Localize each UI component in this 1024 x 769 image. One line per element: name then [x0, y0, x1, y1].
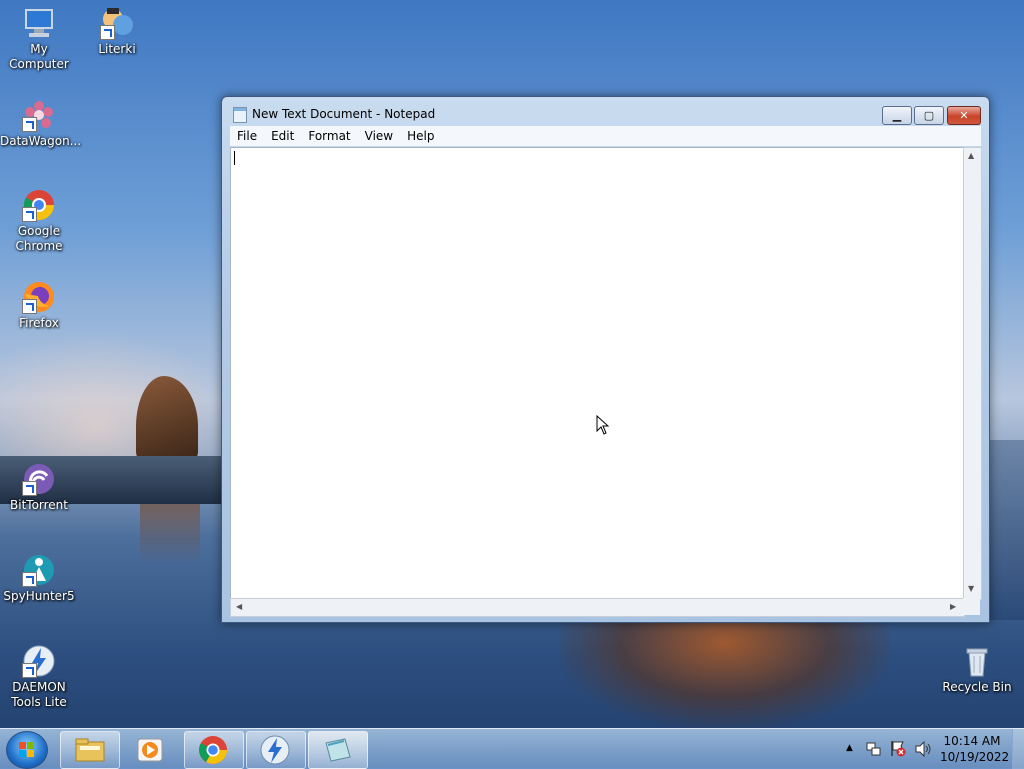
window-title: New Text Document - Notepad [252, 107, 436, 121]
computer-icon [22, 6, 56, 40]
notepad-icon [325, 738, 351, 762]
desktop-icon-label: DataWagon... [0, 134, 82, 148]
recycle-bin-icon [960, 644, 994, 678]
desktop-icon-firefox[interactable]: Firefox [0, 280, 78, 331]
horizontal-scrollbar[interactable]: ◀ ▶ [230, 598, 965, 617]
desktop-icon-spyhunter[interactable]: SpyHunter5 [0, 553, 78, 604]
desktop-icon-bittorrent[interactable]: BitTorrent [0, 462, 78, 513]
start-button[interactable] [6, 731, 48, 769]
network-icon[interactable] [866, 741, 882, 757]
close-icon: ✕ [959, 109, 969, 122]
maximize-icon: ▢ [923, 109, 935, 122]
action-center-icon[interactable] [890, 740, 906, 757]
mouse-cursor-icon [596, 415, 610, 435]
menu-file[interactable]: File [230, 129, 264, 143]
notepad-icon [233, 107, 247, 123]
windows-logo-icon [19, 742, 35, 758]
media-player-icon [137, 738, 163, 762]
clock-time: 10:14 AM [943, 734, 1001, 748]
desktop-icon-literki[interactable]: Literki [78, 6, 156, 57]
menu-help[interactable]: Help [400, 129, 441, 143]
daemon-tools-icon [260, 735, 290, 765]
taskbar-media-player[interactable] [122, 731, 182, 769]
desktop-icon-label: BitTorrent [10, 498, 68, 512]
menu-bar: File Edit Format View Help [230, 126, 981, 146]
taskbar-notepad[interactable] [308, 731, 368, 769]
literki-icon [100, 6, 134, 40]
desktop-icon-label: My Computer [9, 42, 69, 71]
show-hidden-icon[interactable]: ▲ [846, 743, 853, 753]
desktop-icon-google-chrome[interactable]: Google Chrome [0, 188, 78, 254]
desktop-icon-label: DAEMON Tools Lite [11, 680, 67, 709]
taskbar-daemon-tools[interactable] [246, 731, 306, 769]
firefox-icon [22, 280, 56, 314]
menu-format[interactable]: Format [301, 129, 357, 143]
wallpaper-glow [0, 330, 240, 470]
daemon-tools-icon [22, 644, 56, 678]
bittorrent-icon [22, 462, 56, 496]
notepad-window[interactable]: New Text Document - Notepad ▁ ▢ ✕ File E… [221, 96, 990, 623]
desktop-icon-label: SpyHunter5 [3, 589, 75, 603]
minimize-icon: ▁ [892, 109, 902, 122]
text-caret [234, 151, 235, 165]
title-bar[interactable]: New Text Document - Notepad ▁ ▢ ✕ [222, 97, 989, 125]
taskbar: ▲ 10:14 AM 10/19/2022 [0, 728, 1024, 769]
vertical-scrollbar[interactable]: ▲ ▼ [963, 147, 982, 600]
desktop-icon-label: Recycle Bin [942, 680, 1012, 694]
menu-edit[interactable]: Edit [264, 129, 301, 143]
desktop-icon-label: Google Chrome [15, 224, 63, 253]
scroll-down-icon[interactable]: ▼ [968, 584, 974, 593]
maximize-button[interactable]: ▢ [914, 106, 944, 125]
wallpaper-water [988, 440, 1024, 620]
minimize-button[interactable]: ▁ [882, 106, 912, 125]
taskbar-clock[interactable]: 10:14 AM 10/19/2022 [940, 733, 1010, 765]
wallpaper-reflection-bottom [560, 622, 890, 728]
desktop-icon-recycle-bin[interactable]: Recycle Bin [938, 644, 1016, 695]
resize-grip[interactable] [963, 598, 980, 615]
close-button[interactable]: ✕ [947, 106, 981, 125]
desktop-icon-my-computer[interactable]: My Computer [0, 6, 78, 72]
scroll-right-icon[interactable]: ▶ [950, 602, 956, 611]
chrome-icon [199, 736, 227, 764]
desktop-icon-label: Literki [98, 42, 136, 56]
taskbar-chrome[interactable] [184, 731, 244, 769]
spyhunter-icon [22, 553, 56, 587]
file-explorer-icon [75, 738, 105, 762]
clock-date: 10/19/2022 [940, 750, 1010, 764]
menu-view[interactable]: View [358, 129, 400, 143]
taskbar-file-explorer[interactable] [60, 731, 120, 769]
desktop-icon-label: Firefox [19, 316, 59, 330]
show-desktop-button[interactable] [1012, 729, 1024, 769]
wallpaper-reflection [140, 504, 200, 564]
datawagon-icon [22, 98, 56, 132]
desktop-icon-daemon-tools[interactable]: DAEMON Tools Lite [0, 644, 78, 710]
scroll-up-icon[interactable]: ▲ [968, 151, 974, 160]
text-editor-area[interactable] [230, 147, 964, 599]
volume-icon[interactable] [914, 741, 932, 757]
scroll-left-icon[interactable]: ◀ [236, 602, 242, 611]
chrome-icon [22, 188, 56, 222]
desktop-icon-datawagon[interactable]: DataWagon... [0, 98, 82, 149]
